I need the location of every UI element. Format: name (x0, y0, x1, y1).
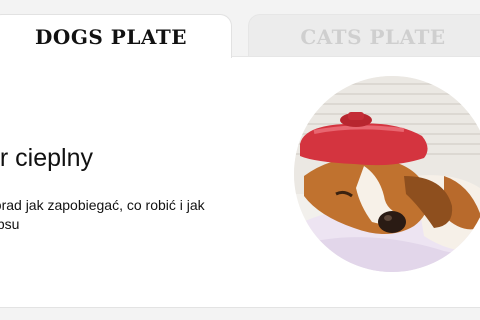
article-title[interactable]: ar cieplny (0, 144, 93, 173)
tab-dogs-plate[interactable]: DOGS PLATE (0, 14, 232, 58)
article-description-line-1: porad jak zapobiegać, co robić i jak (0, 197, 205, 213)
article-description: porad jak zapobiegać, co robić i jak c p… (0, 196, 236, 234)
article-description-line-2: c psu (0, 216, 20, 232)
page: DOGS PLATE CATS PLATE ar cieplny porad j… (0, 0, 480, 320)
dog-photo[interactable] (294, 76, 480, 272)
dog-with-ice-pack-icon (294, 76, 480, 272)
tab-cats-plate[interactable]: CATS PLATE (248, 14, 480, 58)
